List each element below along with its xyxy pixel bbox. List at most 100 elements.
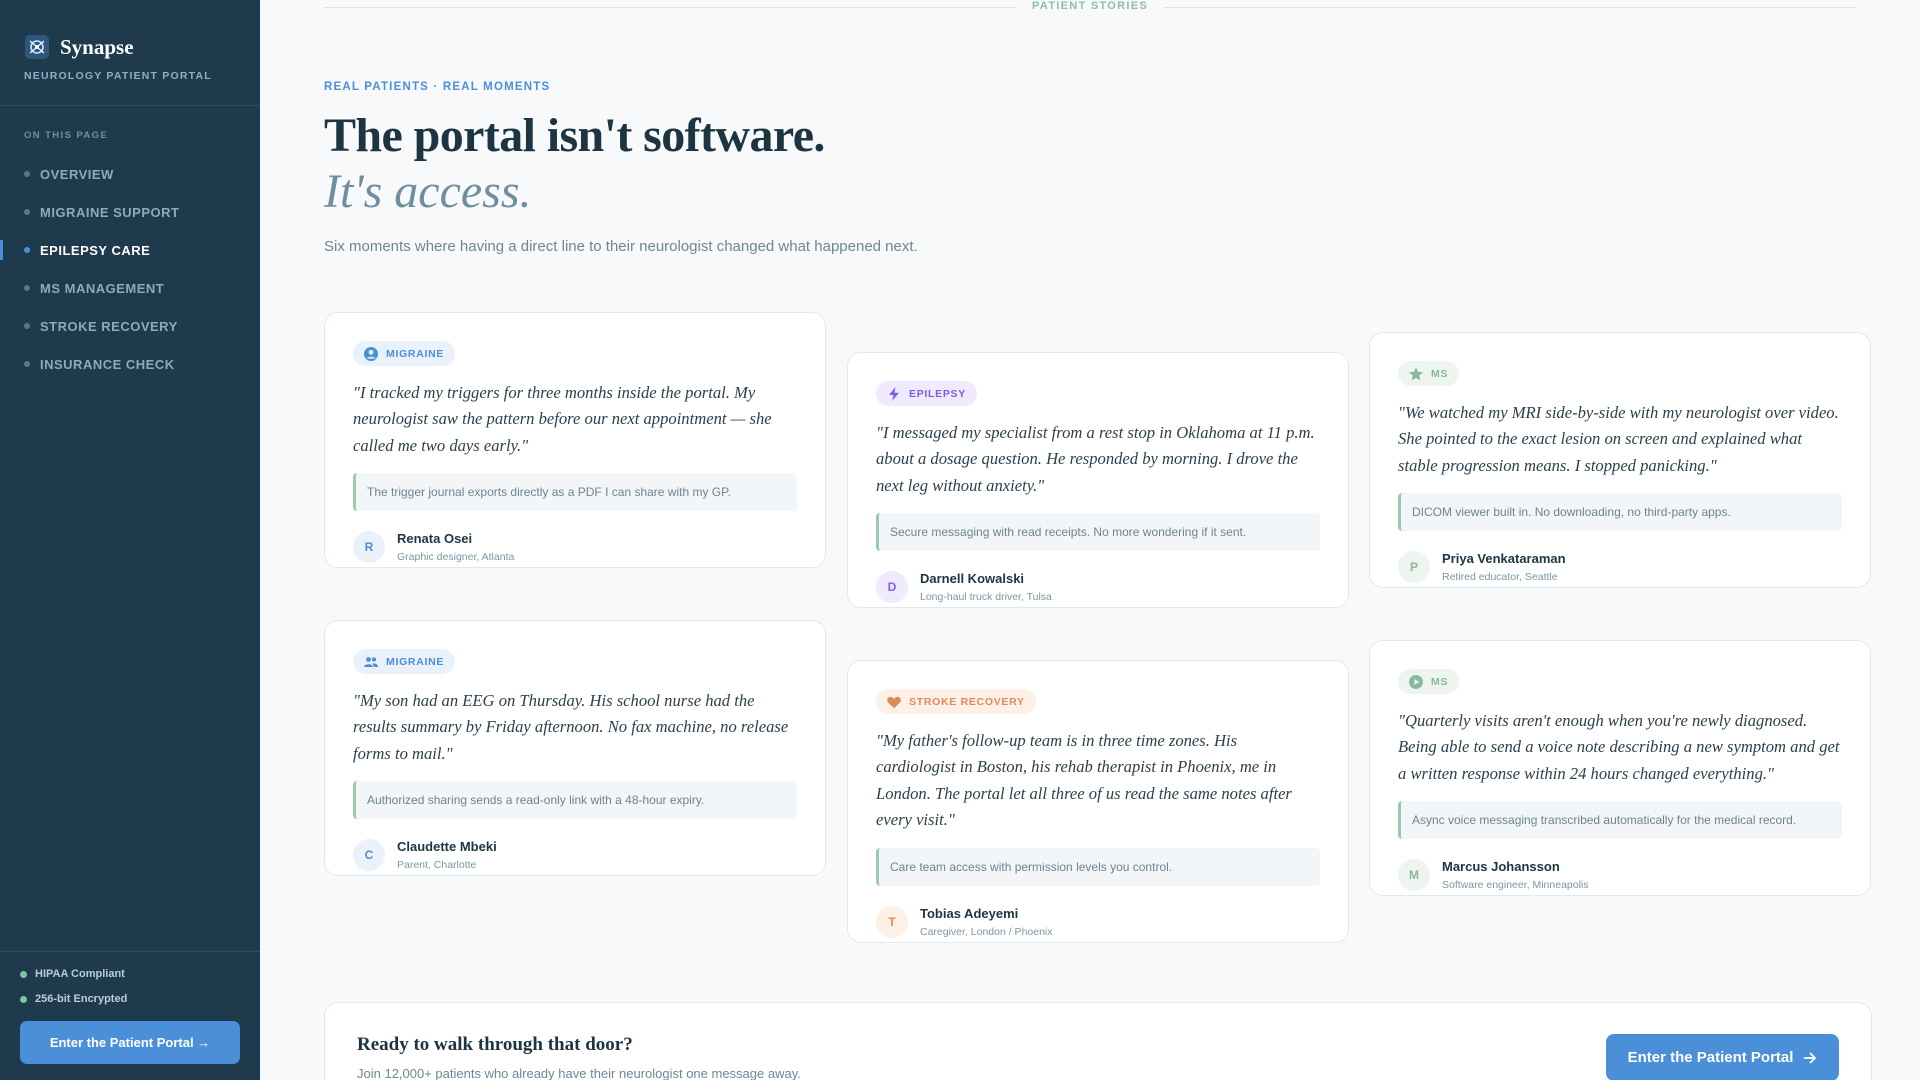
sidebar-footer: HIPAA Compliant 256-bit Encrypted Enter … (0, 951, 260, 1080)
author-name: Darnell Kowalski (920, 571, 1025, 586)
condition-tag-label: EPILEPSY (909, 387, 966, 400)
condition-tag-label: STROKE RECOVERY (909, 695, 1025, 708)
encryption-badge-label: 256-bit Encrypted (35, 993, 128, 1005)
story-card: MIGRAINE "My son had an EEG on Thursday.… (324, 620, 826, 876)
author-name: Marcus Johansson (1442, 859, 1560, 874)
story-card: STROKE RECOVERY "My father's follow-up t… (847, 660, 1349, 943)
story-author: P Priya Venkataraman Retired educator, Se… (1398, 547, 1842, 587)
avatar: P (1398, 551, 1430, 583)
story-card: EPILEPSY "I messaged my specialist from … (847, 352, 1349, 608)
nav-item-label: INSURANCE CHECK (40, 356, 175, 372)
arrow-right-icon (1804, 1052, 1817, 1063)
story-card: MIGRAINE "I tracked my triggers for thre… (324, 312, 826, 568)
condition-tag-label: MS (1431, 675, 1449, 688)
story-author: C Claudette Mbeki Parent, Charlotte (353, 835, 797, 875)
feature-note: Care team access with permission levels … (876, 847, 1320, 886)
story-quote: "My father's follow-up team is in three … (876, 730, 1292, 830)
author-role: Software engineer, Minneapolis (1442, 879, 1589, 891)
author-role: Parent, Charlotte (397, 859, 477, 871)
condition-tag: MS (1398, 361, 1460, 386)
nav-dot-icon (24, 247, 30, 253)
story-card: MS "We watched my MRI side-by-side with … (1369, 332, 1871, 588)
author-name: Tobias Adeyemi (920, 905, 1019, 921)
author-name: Renata Osei (397, 531, 473, 546)
hero-title-italic: It's access. (324, 165, 532, 218)
enter-portal-button[interactable]: Enter the Patient Portal (1606, 1034, 1839, 1080)
star-icon (1409, 366, 1423, 380)
nav-item-label: OVERVIEW (40, 166, 114, 182)
story-quote: "I messaged my specialist from a rest st… (876, 422, 1315, 495)
avatar: R (353, 531, 385, 563)
sidebar-portal-button[interactable]: Enter the Patient Portal → (20, 1021, 240, 1064)
condition-tag: EPILEPSY (876, 381, 977, 406)
avatar: M (1398, 859, 1430, 891)
avatar: D (876, 571, 908, 603)
main-content: PATIENT STORIES REAL PATIENTS · REAL MOM… (260, 0, 1920, 1080)
condition-tag-label: MIGRAINE (386, 655, 445, 668)
users-icon (364, 656, 378, 667)
brand-subtitle: NEUROLOGY PATIENT PORTAL (24, 70, 212, 82)
nav-item-ms-management[interactable]: MS MANAGEMENT (0, 269, 260, 307)
hero-lede: Six moments where having a direct line t… (324, 238, 918, 255)
author-name: Claudette Mbeki (397, 839, 497, 854)
avatar: T (876, 905, 908, 938)
sidebar: Synapse NEUROLOGY PATIENT PORTAL ON THIS… (0, 0, 260, 1080)
nav-heading: ON THIS PAGE (24, 130, 109, 141)
heart-icon (887, 696, 901, 708)
hero-title: The portal isn't software. (324, 109, 825, 162)
story-quote: "We watched my MRI side-by-side with my … (1398, 402, 1839, 475)
cta-band: Ready to walk through that door? Join 12… (324, 1002, 1872, 1080)
section-label: PATIENT STORIES (260, 0, 1920, 12)
brand-name[interactable]: Synapse (60, 35, 134, 60)
nav-dot-icon (24, 171, 30, 177)
avatar: C (353, 839, 385, 871)
feature-note: DICOM viewer built in. No downloading, n… (1398, 493, 1842, 531)
status-dot-icon (20, 970, 27, 978)
cta-subtitle: Join 12,000+ patients who already have t… (357, 1066, 801, 1080)
condition-tag: MS (1398, 669, 1460, 694)
story-author: T Tobias Adeyemi Caregiver, London / Phoe… (876, 902, 1320, 942)
author-name: Priya Venkataraman (1442, 551, 1566, 566)
story-quote: "My son had an EEG on Thursday. His scho… (353, 690, 789, 763)
author-role: Retired educator, Seattle (1442, 571, 1558, 583)
feature-note: Secure messaging with read receipts. No … (876, 513, 1320, 551)
feature-note: Async voice messaging transcribed automa… (1398, 801, 1842, 839)
hero-eyebrow: REAL PATIENTS · REAL MOMENTS (324, 81, 551, 93)
condition-tag: MIGRAINE (353, 649, 456, 674)
page-nav: OVERVIEW MIGRAINE SUPPORT EPILEPSY CARE … (0, 155, 260, 383)
story-author: R Renata Osei Graphic designer, Atlanta (353, 527, 797, 567)
story-author: D Darnell Kowalski Long-haul truck driver… (876, 567, 1320, 607)
play-circle-icon (1409, 674, 1423, 689)
brain-logo-icon (25, 35, 49, 59)
hipaa-badge: HIPAA Compliant (20, 968, 240, 980)
author-role: Graphic designer, Atlanta (397, 551, 515, 563)
author-role: Long-haul truck driver, Tulsa (920, 591, 1052, 603)
story-quote: "Quarterly visits aren't enough when you… (1398, 710, 1840, 783)
story-quote: "I tracked my triggers for three months … (353, 382, 772, 455)
nav-dot-icon (24, 323, 30, 329)
brand: Synapse NEUROLOGY PATIENT PORTAL (0, 0, 260, 106)
nav-item-epilepsy-care[interactable]: EPILEPSY CARE (0, 231, 260, 269)
nav-item-label: MIGRAINE SUPPORT (40, 204, 180, 220)
nav-item-label: STROKE RECOVERY (40, 318, 178, 334)
nav-dot-icon (24, 209, 30, 215)
section-label-text: PATIENT STORIES (1015, 0, 1165, 12)
feature-note: Authorized sharing sends a read-only lin… (353, 781, 797, 819)
enter-portal-button-label: Enter the Patient Portal (1627, 1049, 1794, 1066)
user-circle-icon (364, 346, 378, 361)
author-role: Caregiver, London / Phoenix (920, 925, 1053, 938)
nav-dot-icon (24, 285, 30, 291)
encryption-badge: 256-bit Encrypted (20, 993, 240, 1005)
nav-item-overview[interactable]: OVERVIEW (0, 155, 260, 193)
cta-title: Ready to walk through that door? (357, 1034, 633, 1055)
condition-tag: STROKE RECOVERY (876, 689, 1036, 714)
condition-tag: MIGRAINE (353, 341, 456, 366)
hipaa-badge-label: HIPAA Compliant (35, 968, 125, 980)
condition-tag-label: MIGRAINE (386, 347, 445, 360)
nav-item-stroke-recovery[interactable]: STROKE RECOVERY (0, 307, 260, 345)
lightning-icon (889, 386, 899, 401)
status-dot-icon (20, 995, 27, 1003)
feature-note: The trigger journal exports directly as … (353, 473, 797, 511)
nav-item-insurance-check[interactable]: INSURANCE CHECK (0, 345, 260, 383)
nav-item-migraine-support[interactable]: MIGRAINE SUPPORT (0, 193, 260, 231)
